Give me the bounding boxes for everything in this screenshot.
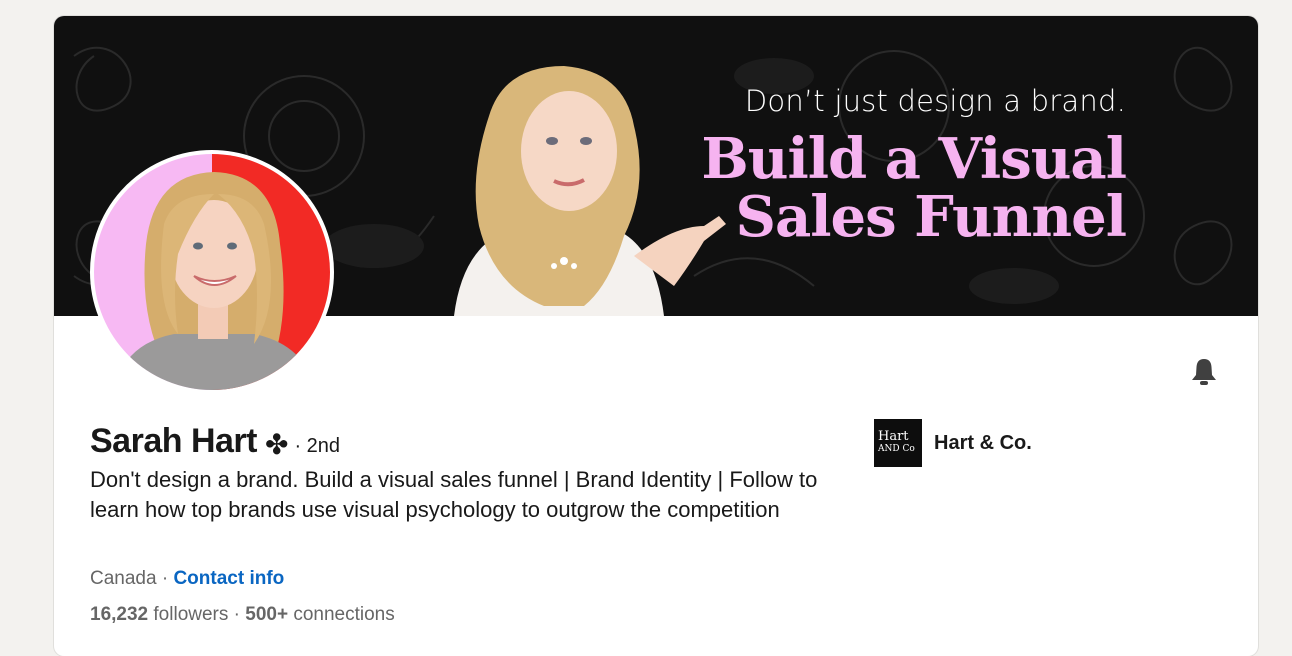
clover-icon: ✤ [264, 429, 289, 460]
profile-card: Don’t just design a brand. Build a Visua… [54, 16, 1258, 656]
location-separator: · [156, 568, 174, 589]
current-company-link[interactable]: Hart AND Co Hart & Co. [874, 419, 1032, 467]
banner-tagline: Don’t just design a brand. [744, 84, 1126, 118]
connection-degree: · 2nd [294, 435, 341, 457]
company-logo-line2: AND Co [878, 444, 915, 454]
profile-headline: Don't design a brand. Build a visual sal… [90, 467, 818, 522]
profile-location: Canada [90, 568, 157, 589]
avatar-photo [94, 154, 330, 390]
name-row: Sarah Hart ✤ · 2nd [90, 422, 340, 461]
company-logo-line1: Hart [878, 429, 909, 444]
notification-bell-button[interactable] [1186, 354, 1222, 390]
connections-count[interactable]: 500+ [245, 604, 288, 625]
connections-label[interactable]: connections [288, 604, 394, 625]
network-stats: 16,232 followers · 500+ connections [90, 604, 395, 626]
stats-separator: · [228, 604, 246, 625]
profile-avatar[interactable] [90, 150, 334, 394]
contact-info-link[interactable]: Contact info [173, 568, 284, 589]
followers-count[interactable]: 16,232 [90, 604, 148, 625]
bell-icon [1192, 359, 1216, 385]
followers-label[interactable]: followers [148, 604, 228, 625]
company-logo: Hart AND Co [874, 419, 922, 467]
profile-name: Sarah Hart [90, 422, 257, 460]
banner-headline: Build a Visual Sales Funnel [701, 126, 1127, 250]
company-name[interactable]: Hart & Co. [934, 432, 1032, 455]
location-row: Canada · Contact info [90, 568, 284, 590]
